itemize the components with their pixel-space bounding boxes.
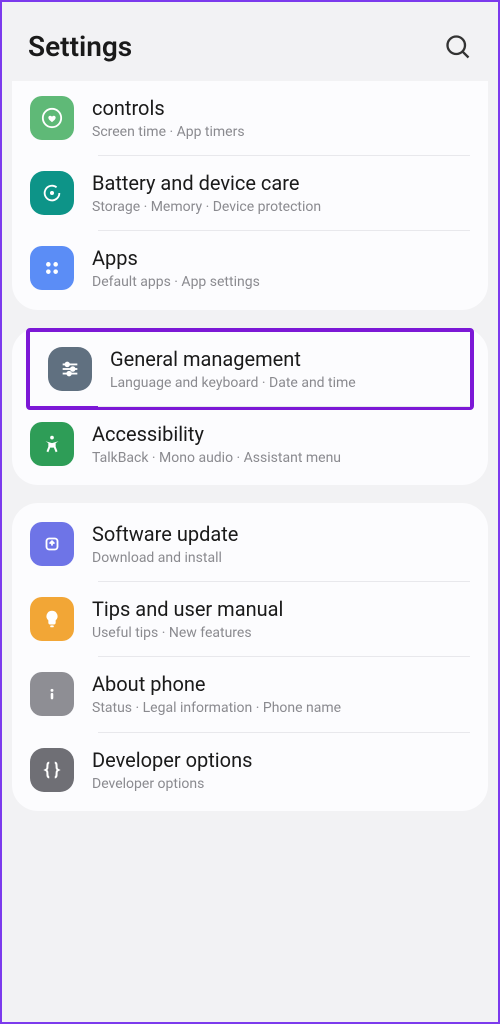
braces-icon (30, 748, 74, 792)
item-text: About phone Status · Legal information ·… (92, 671, 470, 717)
item-title: controls (92, 95, 470, 121)
bulb-icon (30, 597, 74, 641)
item-title: About phone (92, 671, 470, 697)
search-icon[interactable] (444, 33, 472, 61)
accessibility-icon (30, 422, 74, 466)
item-sub: Status · Legal information · Phone name (92, 699, 470, 717)
item-title: Accessibility (92, 421, 470, 447)
item-title: Battery and device care (92, 170, 470, 196)
item-title: Tips and user manual (92, 596, 470, 622)
item-title: General management (110, 346, 452, 372)
settings-item-about-phone[interactable]: About phone Status · Legal information ·… (12, 657, 488, 731)
item-text: General management Language and keyboard… (110, 346, 452, 392)
item-sub: Screen time · App timers (92, 123, 470, 141)
item-title: Software update (92, 521, 470, 547)
item-text: Developer options Developer options (92, 747, 470, 793)
item-sub: Useful tips · New features (92, 624, 470, 642)
heart-circle-icon (30, 96, 74, 140)
settings-item-software-update[interactable]: Software update Download and install (12, 507, 488, 581)
item-text: Battery and device care Storage · Memory… (92, 170, 470, 216)
page-title: Settings (28, 30, 132, 63)
item-sub: TalkBack · Mono audio · Assistant menu (92, 449, 470, 467)
item-text: controls Screen time · App timers (92, 95, 470, 141)
item-text: Accessibility TalkBack · Mono audio · As… (92, 421, 470, 467)
item-sub: Storage · Memory · Device protection (92, 198, 470, 216)
item-sub: Language and keyboard · Date and time (110, 374, 452, 392)
settings-item-developer-options[interactable]: Developer options Developer options (12, 733, 488, 807)
settings-item-tips[interactable]: Tips and user manual Useful tips · New f… (12, 582, 488, 656)
item-sub: Developer options (92, 775, 470, 793)
settings-item-controls[interactable]: controls Screen time · App timers (12, 81, 488, 155)
grid-icon (30, 246, 74, 290)
highlighted-item-frame: General management Language and keyboard… (26, 328, 474, 410)
item-title: Apps (92, 245, 470, 271)
settings-card: Software update Download and install Tip… (12, 503, 488, 811)
sliders-icon (48, 347, 92, 391)
settings-item-general-management[interactable]: General management Language and keyboard… (30, 342, 470, 396)
info-icon (30, 672, 74, 716)
settings-card: controls Screen time · App timers Batter… (12, 81, 488, 310)
item-text: Software update Download and install (92, 521, 470, 567)
settings-item-battery[interactable]: Battery and device care Storage · Memory… (12, 156, 488, 230)
item-sub: Download and install (92, 549, 470, 567)
item-text: Tips and user manual Useful tips · New f… (92, 596, 470, 642)
refresh-icon (30, 171, 74, 215)
item-sub: Default apps · App settings (92, 273, 470, 291)
settings-item-accessibility[interactable]: Accessibility TalkBack · Mono audio · As… (12, 407, 488, 481)
header: Settings (2, 2, 498, 81)
settings-card: General management Language and keyboard… (12, 328, 488, 485)
item-title: Developer options (92, 747, 470, 773)
update-icon (30, 522, 74, 566)
item-text: Apps Default apps · App settings (92, 245, 470, 291)
settings-item-apps[interactable]: Apps Default apps · App settings (12, 231, 488, 305)
